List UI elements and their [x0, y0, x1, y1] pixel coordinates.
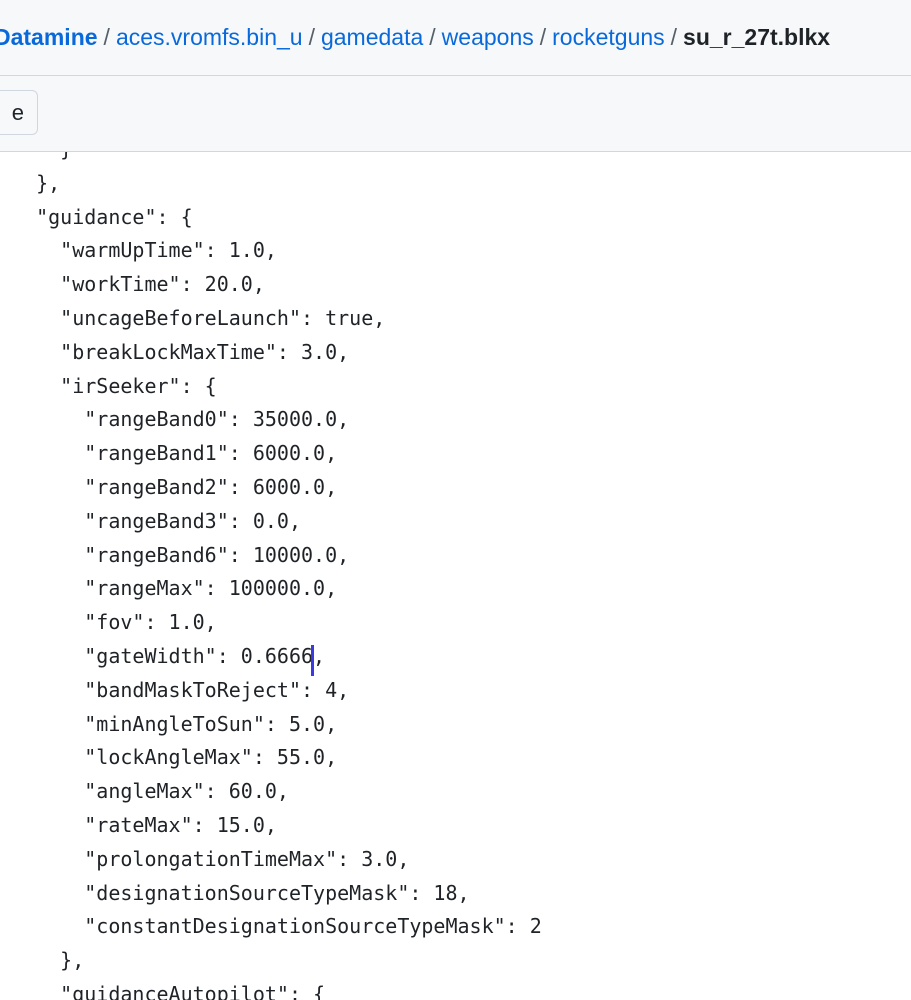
code-line: "rangeBand1": 6000.0, — [12, 441, 338, 466]
code-line: "bandMaskToReject": 4, — [12, 677, 350, 702]
code-line: }, — [12, 948, 85, 973]
code-line: "workTime": 20.0, — [12, 272, 265, 297]
code-line: "lockAngleMax": 55.0, — [12, 745, 338, 770]
code-line: "rangeBand3": 0.0, — [12, 508, 301, 533]
breadcrumb-link-datamine[interactable]: Datamine — [0, 24, 98, 50]
toolbar-button[interactable]: e — [0, 90, 38, 135]
code-line: "rateMax": 15.0, — [12, 812, 277, 837]
code-line: "fov": 1.0, — [12, 610, 217, 635]
code-line: "minAngleToSun": 5.0, — [12, 711, 338, 736]
breadcrumb-bar: Datamine / aces.vromfs.bin_u / gamedata / weap… — [0, 0, 911, 76]
code-line: "warmUpTime": 1.0, — [12, 238, 277, 263]
breadcrumb: Datamine / aces.vromfs.bin_u / gamedata / weap… — [0, 21, 830, 53]
code-line: "uncageBeforeLaunch": true, — [12, 305, 386, 330]
breadcrumb-separator: / — [429, 24, 436, 50]
file-toolbar: e — [0, 76, 911, 152]
breadcrumb-separator: / — [539, 24, 547, 50]
code-line: "prolongationTimeMax": 3.0, — [12, 846, 410, 871]
breadcrumb-link-aces-vromfs[interactable]: aces.vromfs.bin_u — [116, 24, 303, 50]
code-line: "rangeMax": 100000.0, — [12, 576, 338, 601]
breadcrumb-separator: / — [103, 24, 110, 50]
code-line: "designationSourceTypeMask": 18, — [12, 880, 470, 905]
breadcrumb-link-weapons[interactable]: weapons — [442, 24, 534, 50]
breadcrumb-current-file: su_r_27t.blkx — [683, 24, 831, 50]
text-cursor — [311, 645, 314, 676]
code-line: "angleMax": 60.0, — [12, 779, 289, 804]
code-line: "guidanceAutopilot": { — [12, 981, 326, 1000]
code-line: "guidance": { — [12, 204, 193, 229]
breadcrumb-separator: / — [670, 24, 678, 50]
breadcrumb-separator: / — [308, 24, 315, 50]
code-line: "irSeeker": { — [12, 373, 217, 398]
breadcrumb-link-gamedata[interactable]: gamedata — [321, 24, 423, 50]
code-view[interactable]: } }, "guidance": { "warmUpTime": 1.0, "w… — [12, 152, 911, 1000]
code-line: "gateWidth": 0.6666, — [12, 643, 326, 668]
breadcrumb-link-rocketguns[interactable]: rocketguns — [552, 24, 665, 50]
code-line: } — [12, 152, 911, 167]
code-line: "constantDesignationSourceTypeMask": 2 — [12, 914, 542, 939]
code-line: "rangeBand6": 10000.0, — [12, 542, 350, 567]
code-line: }, — [12, 170, 61, 195]
code-line: "breakLockMaxTime": 3.0, — [12, 339, 350, 364]
code-line: "rangeBand2": 6000.0, — [12, 474, 338, 499]
code-line: "rangeBand0": 35000.0, — [12, 407, 350, 432]
